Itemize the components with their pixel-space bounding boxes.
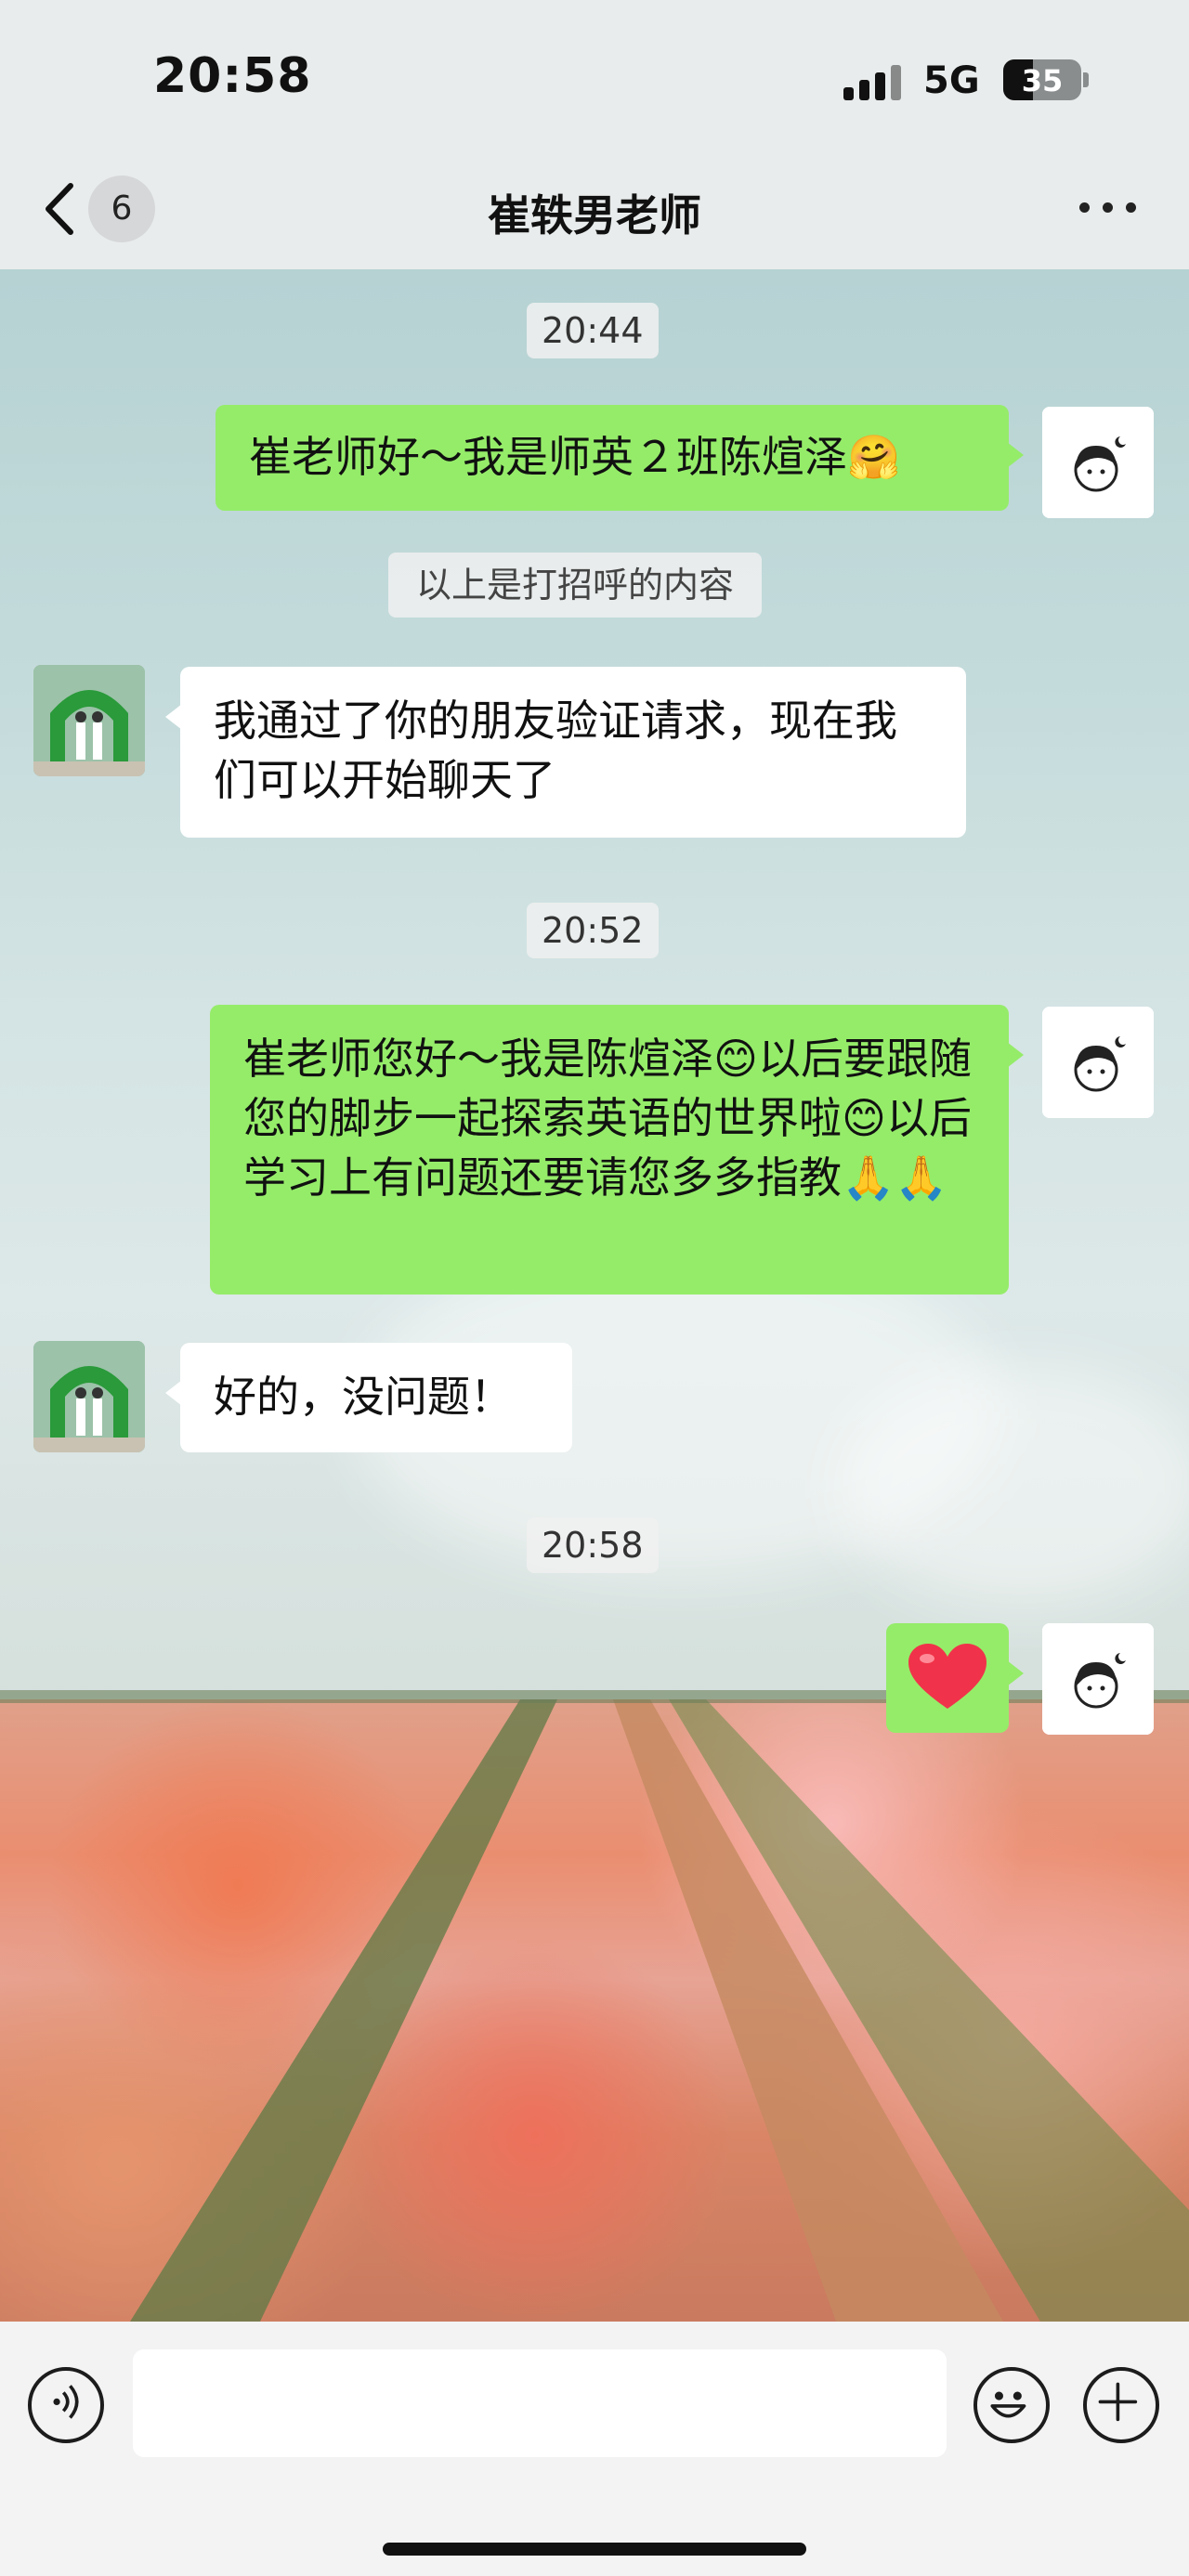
avatar-self[interactable] [1042,407,1154,518]
timestamp-chip: 20:52 [527,903,659,958]
heart-emoji-icon [908,1644,986,1709]
avatar-teacher[interactable] [33,665,145,776]
chat-area[interactable]: 20:44 崔老师好～我是师英２班陈煊泽🤗 以上是打招呼的内容 我通过了你的朋友… [0,269,1189,2322]
battery-cap [1083,72,1089,87]
status-time: 20:58 [153,48,312,104]
more-dots-icon[interactable] [1078,193,1143,221]
avatar-self[interactable] [1042,1007,1154,1118]
emoji-icon[interactable] [973,2367,1050,2443]
battery-icon: 35 [1003,59,1081,100]
chevron-left-icon[interactable] [37,176,84,241]
signal-icon [843,63,903,100]
timestamp-chip: 20:58 [527,1517,659,1573]
network-type: 5G [923,59,980,102]
chat-title: 崔轶男老师 [488,190,701,241]
message-bubble-self[interactable]: 崔老师您好～我是陈煊泽😊以后要跟随您的脚步一起探索英语的世界啦😊以后学习上有问题… [210,1005,1024,1295]
message-input[interactable] [133,2349,947,2457]
plus-icon[interactable] [1083,2367,1159,2443]
avatar-teacher[interactable] [33,1341,145,1452]
home-indicator[interactable] [383,2543,806,2556]
message-bubble-self[interactable] [886,1623,1024,1733]
system-note: 以上是打招呼的内容 [388,553,763,618]
wallpaper-rows [0,1690,1189,2322]
voice-icon[interactable] [28,2367,104,2443]
avatar-self[interactable] [1042,1623,1154,1735]
unread-count-badge[interactable]: 6 [88,176,155,242]
message-bubble-other[interactable]: 我通过了你的朋友验证请求，现在我们可以开始聊天了 [165,667,966,838]
message-bubble-other[interactable]: 好的，没问题！ [165,1343,572,1452]
wallpaper-cloud [836,1365,1189,1607]
battery-level: 35 [1021,63,1064,98]
message-bubble-self[interactable]: 崔老师好～我是师英２班陈煊泽🤗 [216,405,1024,511]
top-bar: 20:58 5G 35 6 崔轶男老师 [0,0,1189,269]
timestamp-chip: 20:44 [527,303,659,358]
